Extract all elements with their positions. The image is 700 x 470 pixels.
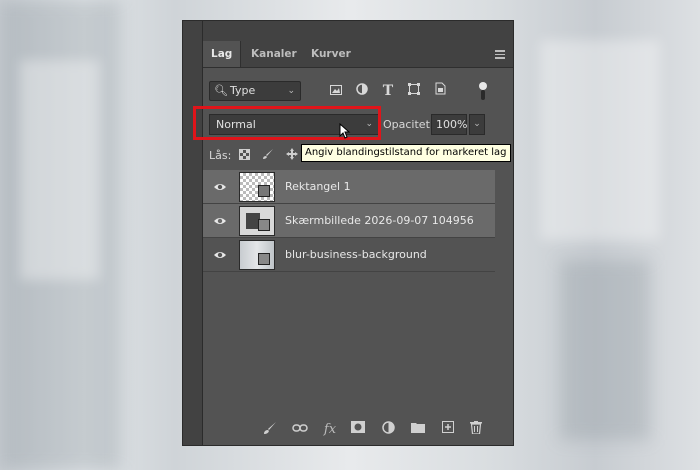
opacity-label: Opacitet: (383, 118, 434, 131)
filter-type-dropdown[interactable]: 🔍︎ Type ⌄ (209, 81, 301, 101)
background-blur (560, 260, 650, 440)
eye-icon[interactable] (213, 180, 227, 194)
panel-content: 🔍︎ Type ⌄ T Normal ⌄ Opacitet: 100% ⌄ Lå… (193, 68, 513, 445)
panel-collapse-strip[interactable] (183, 21, 203, 445)
tab-lag[interactable]: Lag (203, 41, 242, 67)
brush-icon[interactable] (261, 421, 279, 439)
blend-mode-dropdown[interactable]: Normal ⌄ (209, 114, 379, 135)
blend-mode-value: Normal (216, 118, 256, 131)
mouse-cursor-icon (339, 123, 351, 139)
lock-transparent-icon[interactable] (237, 148, 251, 164)
smart-object-filter-icon[interactable] (431, 81, 449, 101)
background-blur (20, 60, 100, 280)
filter-toggle-switch[interactable] (479, 82, 487, 100)
layers-footer-toolbar: fx (203, 415, 513, 445)
background-blur (540, 40, 660, 240)
lock-label: Lås: (209, 149, 232, 162)
lock-move-icon[interactable] (285, 148, 299, 164)
shape-filter-icon[interactable] (405, 81, 423, 101)
chevron-down-icon: ⌄ (287, 86, 295, 96)
panel-tabs: Lag Kanaler Kurver (203, 41, 513, 68)
tab-kurver[interactable]: Kurver (303, 41, 359, 67)
lock-paint-icon[interactable] (261, 148, 275, 164)
tooltip: Angiv blandingstilstand for markeret lag (301, 144, 511, 162)
search-icon: 🔍︎ (214, 84, 228, 97)
adjustment-icon[interactable] (379, 421, 397, 439)
new-layer-icon[interactable] (439, 421, 457, 439)
eye-icon[interactable] (213, 214, 227, 228)
tab-kanaler[interactable]: Kanaler (243, 41, 305, 67)
layer-row[interactable]: Rektangel 1 (203, 170, 495, 204)
opacity-input[interactable]: 100% (431, 114, 467, 135)
layer-name: blur-business-background (285, 248, 427, 261)
hamburger-menu-icon[interactable] (495, 50, 505, 59)
fx-icon[interactable]: fx (321, 421, 339, 439)
folder-icon[interactable] (409, 421, 427, 439)
panel-titlebar[interactable] (203, 21, 513, 41)
adjustment-filter-icon[interactable] (353, 81, 371, 101)
opacity-chevron-button[interactable]: ⌄ (469, 114, 485, 135)
trash-icon[interactable] (467, 421, 485, 439)
mask-icon[interactable] (349, 421, 367, 439)
layer-name: Skærmbillede 2026-09-07 104956 (285, 214, 474, 227)
type-filter-icon[interactable]: T (379, 81, 397, 101)
image-filter-icon[interactable] (327, 81, 345, 101)
layers-panel: Lag Kanaler Kurver 🔍︎ Type ⌄ T Normal ⌄ … (182, 20, 514, 446)
link-icon[interactable] (291, 421, 309, 439)
filter-type-value: Type (230, 84, 256, 97)
layer-thumbnail (239, 206, 275, 236)
layer-name: Rektangel 1 (285, 180, 351, 193)
layer-thumbnail (239, 172, 275, 202)
chevron-down-icon: ⌄ (365, 119, 373, 129)
layer-row[interactable]: blur-business-background (203, 238, 495, 272)
layer-row[interactable]: Skærmbillede 2026-09-07 104956 (203, 204, 495, 238)
eye-icon[interactable] (213, 248, 227, 262)
layer-thumbnail (239, 240, 275, 270)
